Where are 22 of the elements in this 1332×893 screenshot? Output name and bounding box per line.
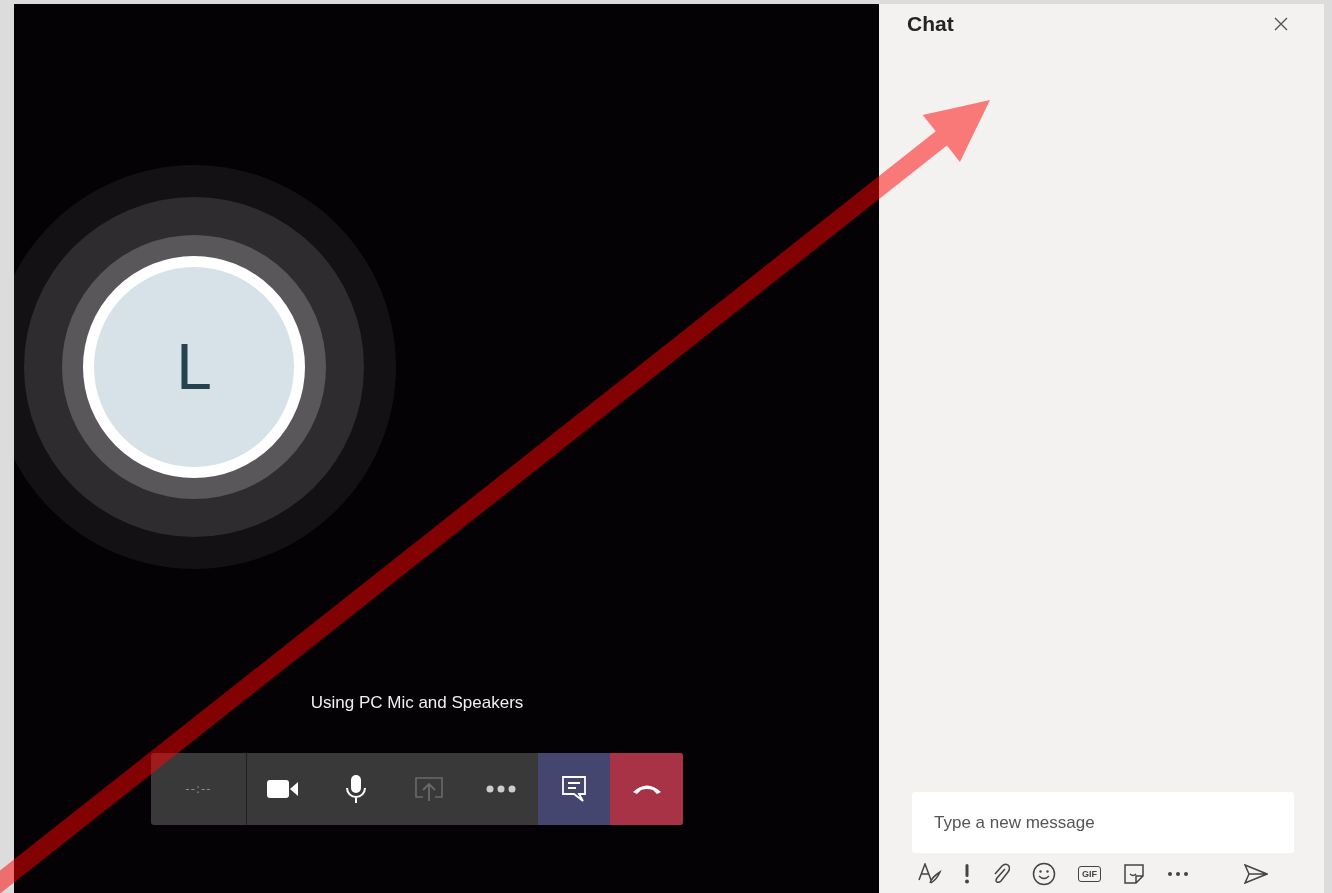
more-icon bbox=[486, 785, 517, 793]
more-icon bbox=[1167, 871, 1189, 877]
hang-up-icon bbox=[631, 783, 662, 795]
chat-button[interactable] bbox=[537, 753, 611, 825]
chat-icon bbox=[561, 775, 587, 803]
audio-status-text: Using PC Mic and Speakers bbox=[310, 693, 524, 713]
message-input-field[interactable]: Type a new message bbox=[912, 792, 1294, 853]
gif-button[interactable]: GIF bbox=[1078, 866, 1101, 882]
video-camera-icon bbox=[267, 779, 300, 799]
call-timer: --:-- bbox=[151, 753, 247, 825]
microphone-icon bbox=[344, 774, 368, 804]
send-icon bbox=[1244, 864, 1268, 884]
avatar: L bbox=[83, 256, 305, 478]
close-icon bbox=[1274, 17, 1288, 31]
chat-title: Chat bbox=[907, 12, 954, 36]
smiley-icon bbox=[1032, 862, 1056, 886]
paperclip-icon bbox=[992, 863, 1010, 885]
close-button[interactable] bbox=[1274, 17, 1288, 31]
exclamation-icon bbox=[964, 864, 970, 884]
format-icon bbox=[918, 863, 942, 885]
share-screen-icon bbox=[413, 776, 444, 802]
sticker-icon bbox=[1123, 863, 1145, 885]
